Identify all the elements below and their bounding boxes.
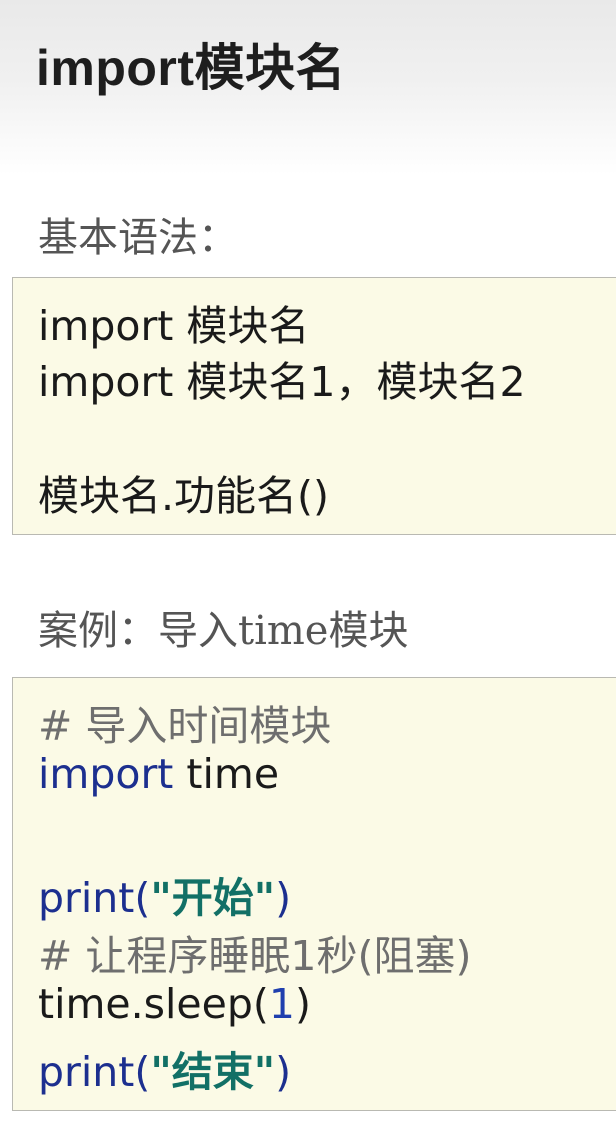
close-paren: ) (275, 874, 292, 922)
page-title: import模块名 (36, 40, 347, 96)
import-keyword: import (38, 750, 174, 798)
syntax-line: import 模块名1，模块名2 (38, 358, 526, 406)
syntax-code-box: import 模块名 import 模块名1，模块名2 模块名.功能名() (12, 277, 616, 535)
sleep-call: time.sleep( (38, 980, 269, 1028)
example-label: 案例：导入time模块 (38, 608, 409, 654)
import-module: time (173, 750, 280, 798)
example-code-box: # 导入时间模块 import time print("开始") # 让程序睡眠… (12, 677, 616, 1111)
string-literal: "开始" (150, 874, 276, 922)
syntax-line: 模块名.功能名() (38, 472, 330, 520)
code-line-import: import time (38, 750, 279, 798)
code-line-sleep: time.sleep(1) (38, 980, 311, 1028)
number-literal: 1 (268, 980, 295, 1028)
code-line-print: print("结束") (38, 1038, 291, 1098)
code-comment: # 导入时间模块 (38, 702, 332, 750)
code-line-print: print("开始") (38, 864, 291, 924)
close-paren: ) (275, 1048, 292, 1096)
code-comment: # 让程序睡眠1秒(阻塞) (38, 932, 472, 980)
syntax-label: 基本语法： (38, 215, 238, 261)
string-literal: "结束" (150, 1048, 276, 1096)
syntax-line: import 模块名 (38, 302, 310, 350)
close-paren: ) (294, 980, 311, 1028)
print-call: print( (38, 1048, 151, 1096)
print-call: print( (38, 874, 151, 922)
